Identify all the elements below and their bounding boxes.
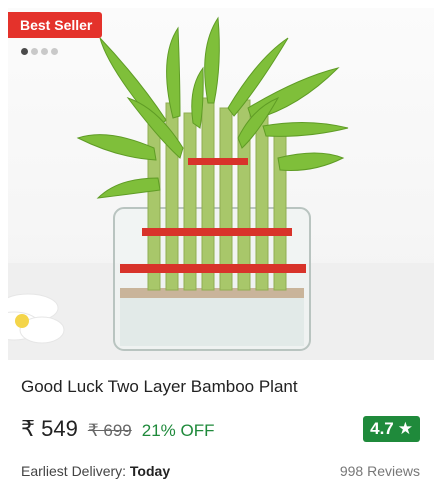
price-row: ₹ 549 ₹ 699 21% OFF bbox=[21, 416, 214, 442]
carousel-dot-4[interactable] bbox=[51, 48, 58, 55]
price: ₹ 549 bbox=[21, 416, 78, 441]
star-icon: ★ bbox=[397, 419, 413, 438]
carousel-dot-1[interactable] bbox=[21, 48, 28, 55]
reviews-count[interactable]: 998 Reviews bbox=[340, 463, 420, 479]
carousel-indicator[interactable] bbox=[21, 48, 58, 55]
carousel-dot-3[interactable] bbox=[41, 48, 48, 55]
carousel-dot-2[interactable] bbox=[31, 48, 38, 55]
product-image[interactable] bbox=[8, 8, 434, 360]
rating-value: 4.7 bbox=[370, 419, 394, 438]
delivery-info: Earliest Delivery: Today bbox=[21, 463, 170, 479]
best-seller-badge: Best Seller bbox=[8, 12, 103, 38]
delivery-label: Earliest Delivery: bbox=[21, 463, 127, 479]
discount-label: 21% OFF bbox=[141, 421, 215, 440]
delivery-value: Today bbox=[129, 463, 171, 479]
product-card[interactable]: Best Seller Good Luck Two Layer Bamboo P… bbox=[0, 0, 434, 485]
rating-badge: 4.7 ★ bbox=[363, 416, 420, 442]
product-title[interactable]: Good Luck Two Layer Bamboo Plant bbox=[21, 377, 298, 397]
mrp-price: ₹ 699 bbox=[87, 421, 132, 440]
